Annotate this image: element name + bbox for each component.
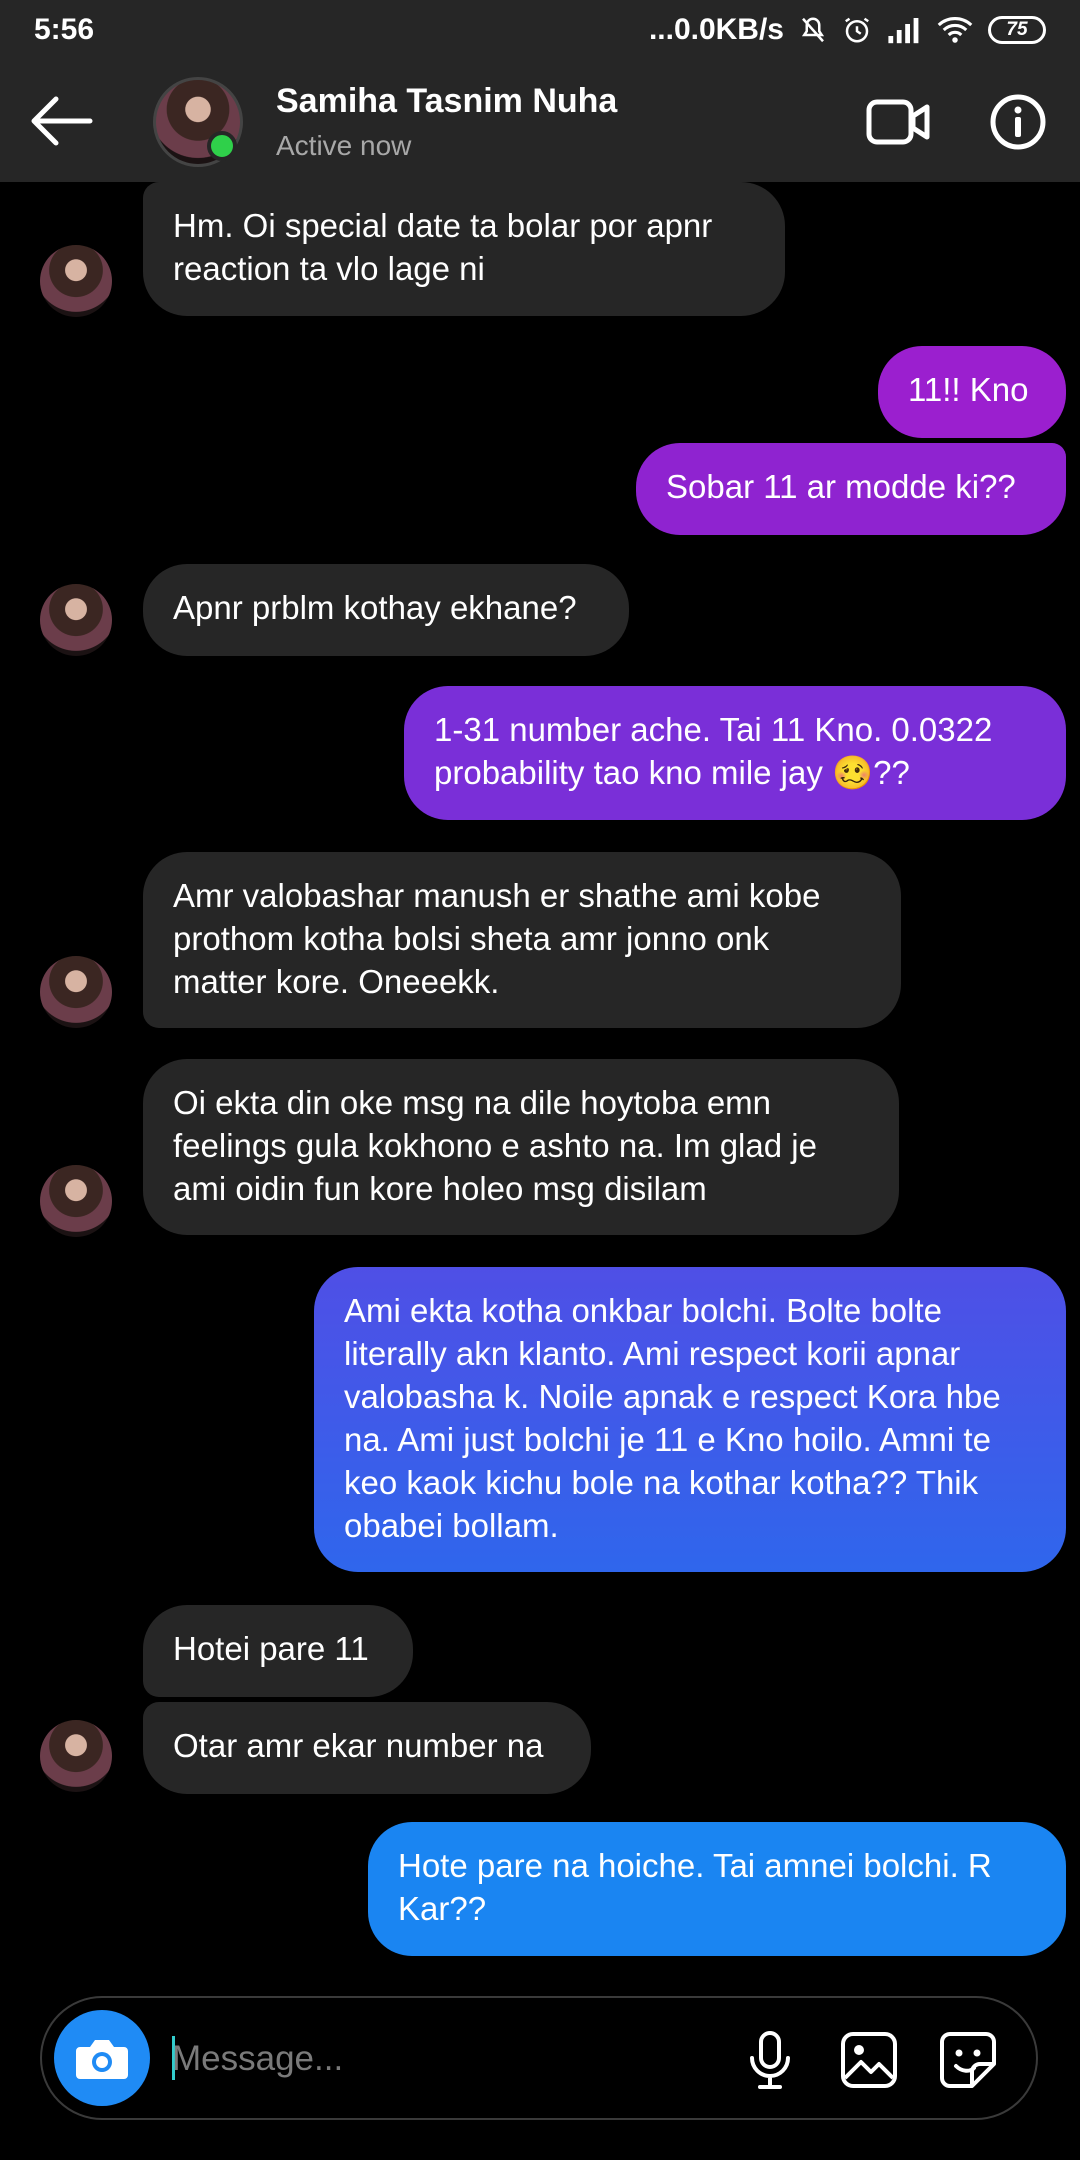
contact-avatar-small — [40, 1165, 112, 1237]
message-incoming[interactable]: Oi ekta din oke msg na dile hoytoba emn … — [143, 1059, 899, 1235]
video-call-icon[interactable] — [866, 96, 930, 148]
status-bar: 5:56 ...0.0KB/s 75 — [0, 0, 1080, 60]
battery-icon: 75 — [988, 16, 1046, 44]
camera-icon — [76, 2040, 128, 2079]
message-outgoing[interactable]: Hote pare na hoiche. Tai amnei bolchi. R… — [368, 1822, 1066, 1956]
status-time: 5:56 — [34, 13, 95, 46]
camera-button[interactable] — [54, 2010, 150, 2106]
gallery-icon[interactable] — [837, 2028, 901, 2092]
online-indicator — [207, 131, 237, 161]
info-icon[interactable] — [989, 93, 1047, 151]
contact-avatar-small — [40, 584, 112, 656]
sticker-icon[interactable] — [936, 2028, 1000, 2092]
message-incoming[interactable]: Hm. Oi special date ta bolar por apnr re… — [143, 182, 785, 316]
contact-name[interactable]: Samiha Tasnim Nuha — [276, 82, 617, 121]
alarm-icon — [845, 17, 869, 43]
message-outgoing[interactable]: Ami ekta kotha onkbar bolchi. Bolte bolt… — [314, 1267, 1066, 1572]
contact-status: Active now — [276, 130, 412, 161]
chat-header: Samiha Tasnim Nuha Active now — [0, 60, 1080, 182]
message-input[interactable] — [170, 2026, 734, 2092]
message-outgoing[interactable]: Sobar 11 ar modde ki?? — [636, 443, 1066, 535]
message-incoming[interactable]: Amr valobashar manush er shathe ami kobe… — [143, 852, 901, 1028]
battery-level: 75 — [1006, 19, 1028, 40]
message-incoming[interactable]: Hotei pare 11 — [143, 1605, 413, 1697]
network-speed: ...0.0KB/s — [648, 13, 784, 46]
mute-icon — [801, 17, 825, 43]
wifi-icon — [937, 17, 973, 43]
microphone-icon[interactable] — [738, 2028, 802, 2092]
contact-avatar-small — [40, 1720, 112, 1792]
message-incoming[interactable]: Apnr prblm kothay ekhane? — [143, 564, 629, 656]
contact-avatar-small — [40, 956, 112, 1028]
status-icons: ...0.0KB/s 75 — [649, 13, 1046, 47]
message-composer — [40, 1996, 1038, 2120]
message-outgoing[interactable]: 1-31 number ache. Tai 11 Kno. 0.0322 pro… — [404, 686, 1066, 820]
back-arrow-icon[interactable] — [28, 94, 94, 148]
message-incoming[interactable]: Otar amr ekar number na — [143, 1702, 591, 1794]
contact-avatar-small — [40, 245, 112, 317]
message-outgoing[interactable]: 11!! Kno — [878, 346, 1066, 438]
signal-icon — [888, 18, 919, 44]
